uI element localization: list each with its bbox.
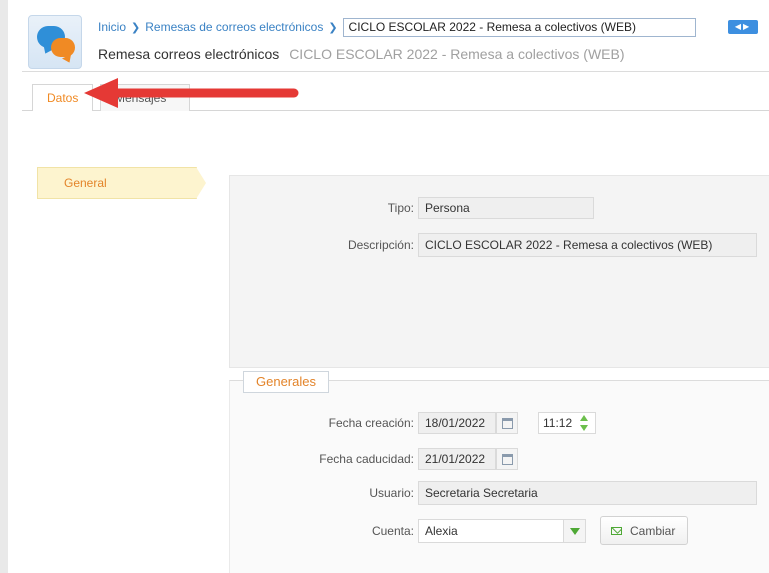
tab-datos[interactable]: Datos (32, 84, 94, 112)
page-title-record: CICLO ESCOLAR 2022 - Remesa a colectivos… (289, 46, 625, 62)
hora-creacion-field[interactable]: 11:12 (538, 412, 596, 434)
fecha-caducidad-label: Fecha caducidad: (319, 452, 414, 466)
breadcrumb-home-link[interactable]: Inicio (98, 20, 126, 34)
cambiar-button[interactable]: Cambiar (600, 516, 689, 545)
fecha-creacion-row: Fecha creación: 18/01/2022 11:12 (229, 412, 596, 434)
fecha-caducidad-field[interactable]: 21/01/2022 (418, 448, 496, 470)
chevron-right-icon: ❯ (131, 21, 141, 34)
chat-bubbles-logo-icon (28, 15, 82, 69)
descripcion-field[interactable]: CICLO ESCOLAR 2022 - Remesa a colectivos… (418, 233, 757, 257)
breadcrumb-current-record[interactable]: CICLO ESCOLAR 2022 - Remesa a colectivos… (342, 17, 696, 37)
calendar-icon[interactable] (496, 412, 518, 434)
tab-bar: Datos Mensajes (22, 84, 769, 112)
tipo-field[interactable]: Persona (418, 197, 594, 219)
fecha-creacion-label: Fecha creación: (328, 416, 414, 430)
chevron-right-icon: ❯ (328, 21, 338, 34)
generales-legend: Generales (243, 371, 329, 393)
tipo-label: Tipo: (387, 201, 414, 215)
page-title-main: Remesa correos electrónicos (98, 46, 280, 62)
fecha-caducidad-row: Fecha caducidad: 21/01/2022 (229, 448, 518, 470)
cuenta-select[interactable]: Alexia (418, 518, 586, 543)
sidenav-item-general[interactable]: General (37, 167, 197, 199)
cuenta-selected-value: Alexia (425, 523, 458, 538)
usuario-field[interactable]: Secretaria Secretaria (418, 481, 757, 505)
cuenta-row: Cuenta: Alexia Cambiar (229, 516, 689, 545)
time-spinner-icon[interactable] (579, 415, 589, 431)
descripcion-label: Descripción: (347, 238, 414, 252)
clipped-heading-text: g (0, 0, 80, 8)
page-title: Remesa correos electrónicos CICLO ESCOLA… (98, 46, 625, 62)
fecha-creacion-field[interactable]: 18/01/2022 (418, 412, 496, 434)
prev-next-record-button[interactable]: ◀▶ (728, 20, 758, 34)
breadcrumb: Inicio ❯ Remesas de correos electrónicos… (98, 17, 696, 37)
tab-mensajes[interactable]: Mensajes (100, 84, 190, 111)
sidenav-active-arrow (196, 167, 206, 199)
descripcion-row: Descripción: CICLO ESCOLAR 2022 - Remesa… (229, 233, 757, 257)
usuario-label: Usuario: (369, 486, 414, 500)
left-edge-strip (0, 0, 8, 573)
envelope-icon (611, 526, 622, 535)
page-header: Inicio ❯ Remesas de correos electrónicos… (22, 12, 769, 72)
hora-creacion-value: 11:12 (543, 416, 573, 430)
cambiar-button-label: Cambiar (630, 523, 676, 538)
cuenta-label: Cuenta: (371, 523, 414, 538)
tipo-row: Tipo: Persona (229, 197, 594, 219)
dropdown-arrow-icon[interactable] (563, 519, 585, 542)
orange-bubble-icon (51, 38, 75, 57)
breadcrumb-section-link[interactable]: Remesas de correos electrónicos (145, 20, 323, 34)
calendar-icon[interactable] (496, 448, 518, 470)
usuario-row: Usuario: Secretaria Secretaria (229, 481, 757, 505)
